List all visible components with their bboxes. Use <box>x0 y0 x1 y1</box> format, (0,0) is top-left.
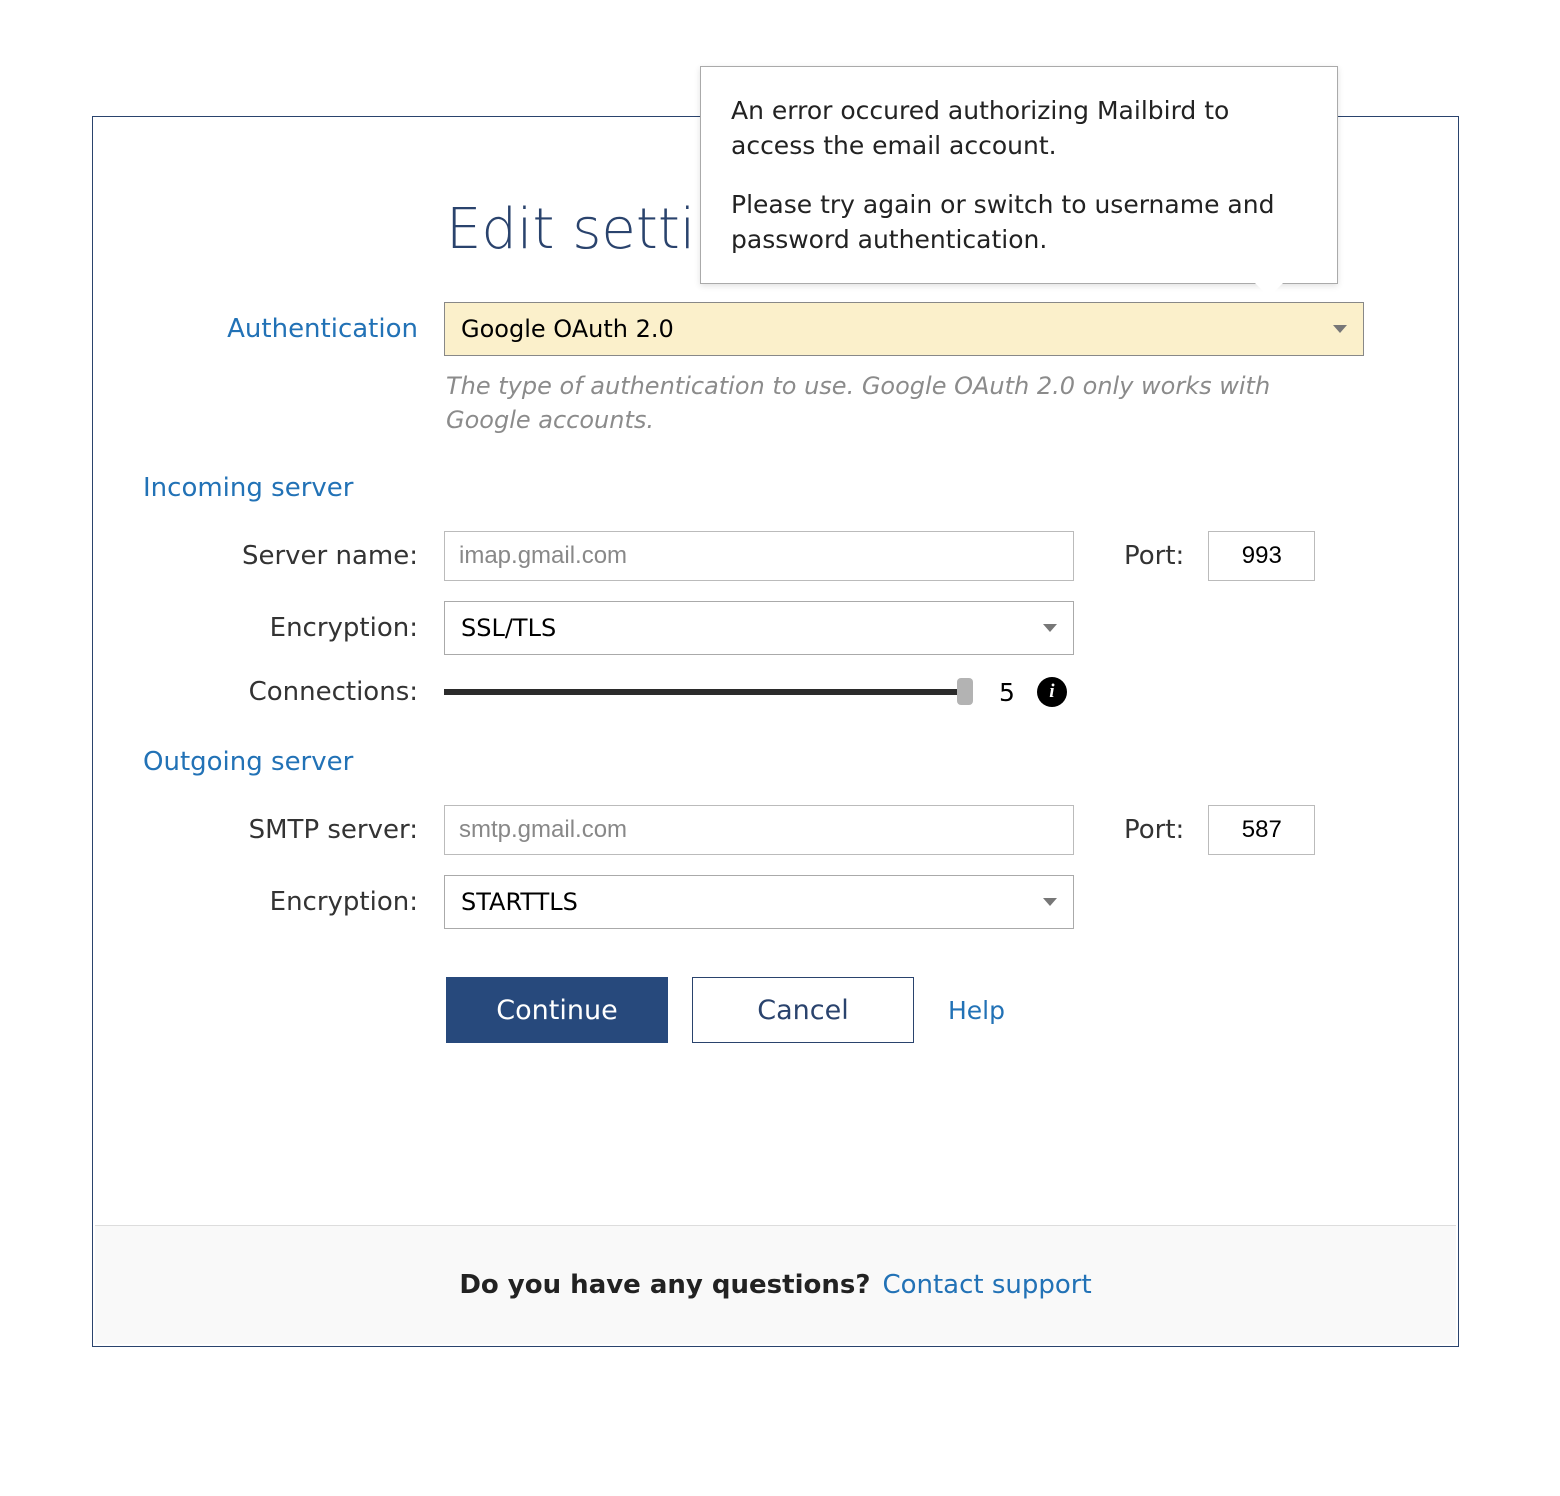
outgoing-encryption-select[interactable]: STARTTLS <box>444 875 1074 929</box>
incoming-encryption-label: Encryption: <box>143 613 444 643</box>
incoming-encryption-select[interactable]: SSL/TLS <box>444 601 1074 655</box>
outgoing-server-header: Outgoing server <box>143 747 1408 777</box>
incoming-server-name-input[interactable] <box>444 531 1074 581</box>
info-icon[interactable]: i <box>1037 677 1067 707</box>
smtp-server-label: SMTP server: <box>143 815 444 845</box>
outgoing-port-input[interactable] <box>1208 805 1315 855</box>
tooltip-line2: Please try again or switch to username a… <box>731 187 1307 257</box>
continue-button[interactable]: Continue <box>446 977 668 1043</box>
cancel-button[interactable]: Cancel <box>692 977 914 1043</box>
smtp-server-input[interactable] <box>444 805 1074 855</box>
help-link[interactable]: Help <box>948 996 1005 1025</box>
incoming-port-input[interactable] <box>1208 531 1315 581</box>
connections-label: Connections: <box>143 677 444 707</box>
incoming-server-header: Incoming server <box>143 473 1408 503</box>
outgoing-encryption-label: Encryption: <box>143 887 444 917</box>
incoming-encryption-value: SSL/TLS <box>461 614 556 642</box>
incoming-server-name-label: Server name: <box>143 541 444 571</box>
footer-question: Do you have any questions? <box>459 1270 870 1300</box>
chevron-down-icon <box>1333 325 1347 333</box>
footer: Do you have any questions? Contact suppo… <box>95 1225 1456 1344</box>
tooltip-arrow-icon <box>1255 283 1283 297</box>
authentication-label: Authentication <box>143 314 444 344</box>
edit-settings-dialog: Edit settings Authentication Google OAut… <box>92 116 1459 1347</box>
outgoing-encryption-value: STARTTLS <box>461 888 578 916</box>
auth-error-tooltip: An error occured authorizing Mailbird to… <box>700 66 1338 284</box>
authentication-value: Google OAuth 2.0 <box>461 315 674 343</box>
authentication-select[interactable]: Google OAuth 2.0 <box>444 302 1364 356</box>
slider-thumb[interactable] <box>957 678 973 705</box>
connections-value: 5 <box>999 678 1015 707</box>
incoming-port-label: Port: <box>1124 541 1184 571</box>
tooltip-line1: An error occured authorizing Mailbird to… <box>731 93 1307 163</box>
contact-support-link[interactable]: Contact support <box>882 1270 1091 1300</box>
connections-slider[interactable] <box>444 689 969 695</box>
chevron-down-icon <box>1043 624 1057 632</box>
authentication-helper-text: The type of authentication to use. Googl… <box>446 370 1346 437</box>
outgoing-port-label: Port: <box>1124 815 1184 845</box>
chevron-down-icon <box>1043 898 1057 906</box>
